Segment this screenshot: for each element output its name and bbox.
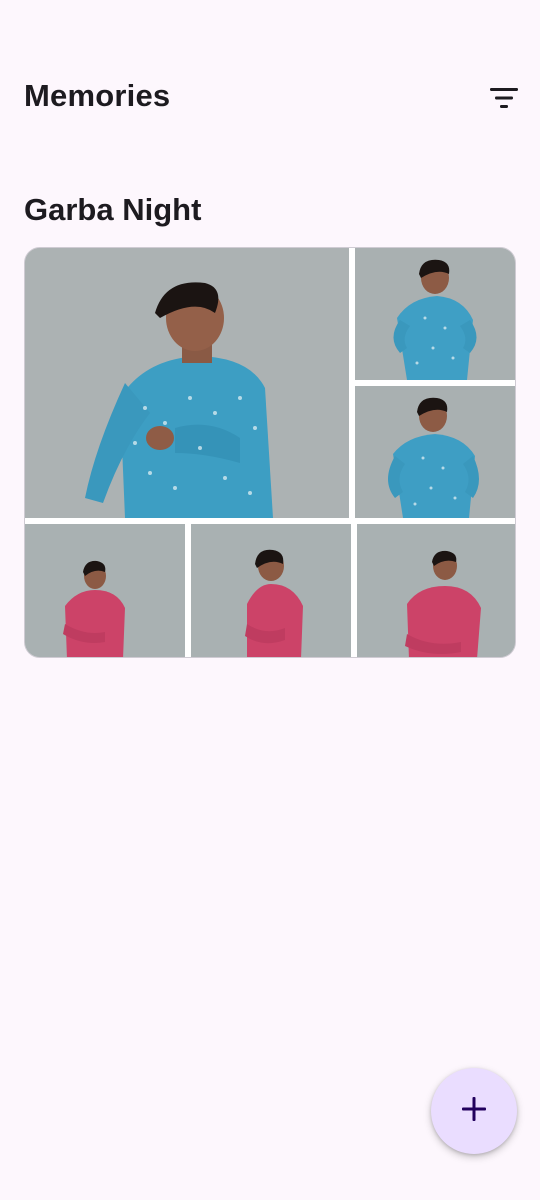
add-memory-fab[interactable]: [431, 1068, 517, 1154]
album-photo-bottom-right[interactable]: [357, 524, 515, 657]
filter-list-icon: [490, 87, 518, 109]
album-photo-mid-right[interactable]: [355, 386, 515, 518]
album-photo-bottom-left[interactable]: [25, 524, 185, 657]
album-photo-top-right[interactable]: [355, 248, 515, 380]
album-collage-card[interactable]: [24, 247, 516, 658]
album-photo-large[interactable]: [25, 248, 349, 518]
filter-button[interactable]: [480, 74, 528, 122]
page-title: Memories: [24, 78, 171, 113]
album-title: Garba Night: [24, 192, 202, 227]
album-photo-bottom-middle[interactable]: [191, 524, 351, 657]
add-icon: [461, 1096, 487, 1127]
top-app-bar: Memories: [0, 60, 540, 136]
